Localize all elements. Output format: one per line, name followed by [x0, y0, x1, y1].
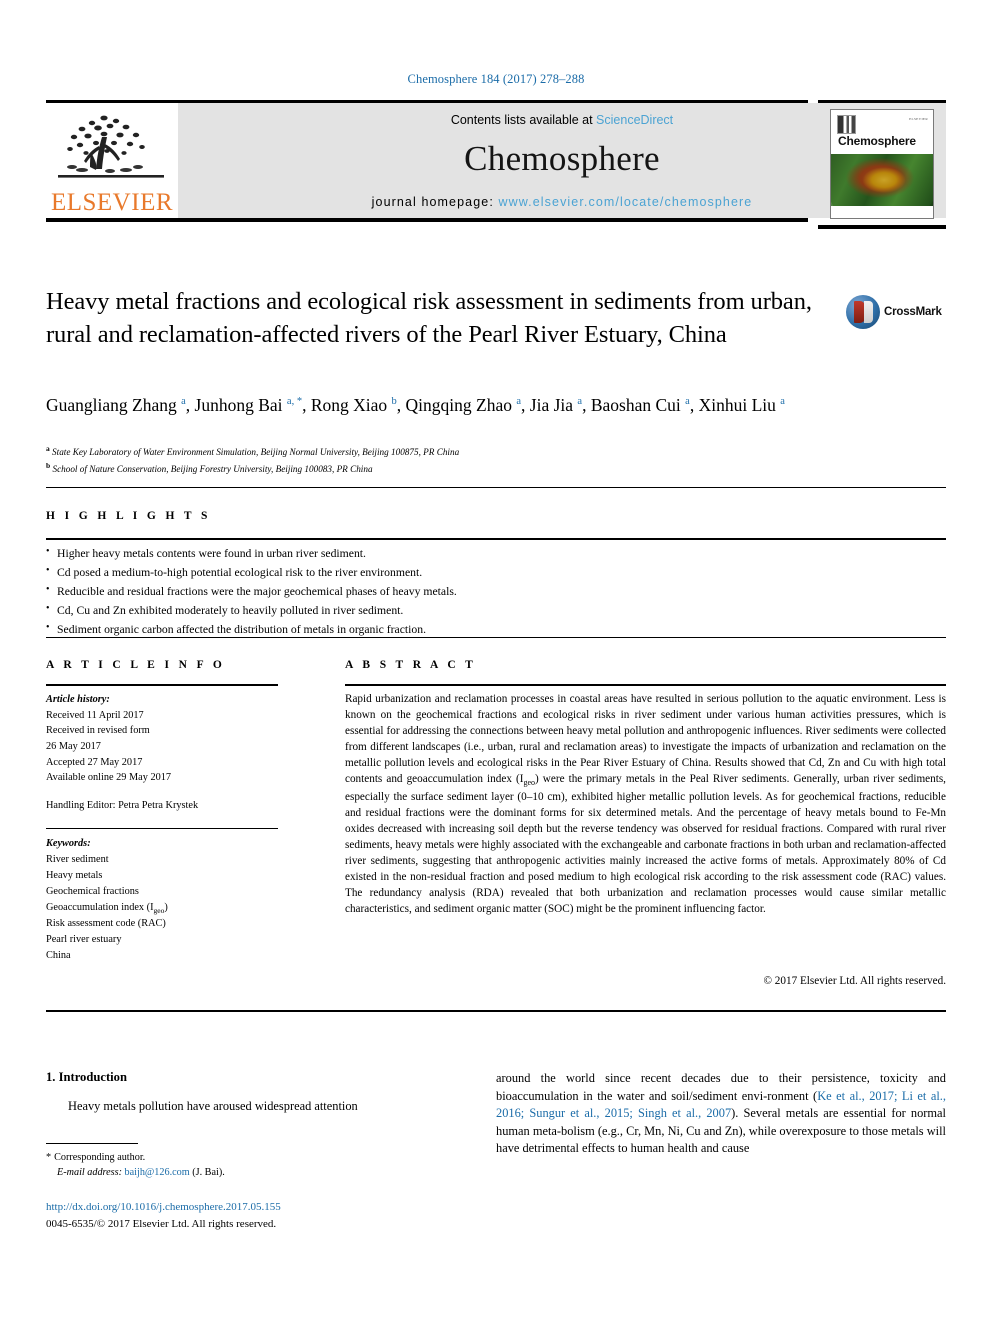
- abstract-text: Rapid urbanization and reclamation proce…: [345, 693, 946, 916]
- journal-article-page: Chemosphere 184 (2017) 278–288 ELSEVIER …: [0, 0, 992, 1323]
- crossmark-label: CrossMark: [884, 306, 942, 318]
- highlights-bottom-rule: [46, 637, 946, 638]
- affiliation-b: b School of Nature Conservation, Beijing…: [46, 460, 846, 477]
- elsevier-logo: ELSEVIER: [46, 103, 178, 218]
- history-line: Available online 29 May 2017: [46, 772, 172, 784]
- affiliation-list: a State Key Laboratory of Water Environm…: [46, 443, 846, 477]
- keyword-item: Geochemical fractions: [46, 885, 139, 897]
- affiliation-marker-a: a: [46, 444, 50, 453]
- body-column-right: around the world since recent decades du…: [496, 1070, 946, 1158]
- journal-cover-thumbnail: ELSEVIER Chemosphere: [818, 100, 946, 229]
- keyword-item: River sediment: [46, 853, 109, 865]
- keyword-item: Risk assessment code (RAC): [46, 918, 166, 930]
- elsevier-wordmark: ELSEVIER: [50, 189, 174, 216]
- keywords-rule: [46, 828, 278, 829]
- list-item: Reducible and residual fractions were th…: [46, 582, 926, 602]
- elsevier-tree-icon: [58, 115, 164, 178]
- list-item: Cd posed a medium-to-high potential ecol…: [46, 563, 926, 583]
- corresponding-author-note: * Corresponding author.: [46, 1150, 450, 1165]
- cover-photo-leaves: [831, 154, 933, 206]
- keyword-igeo-text: Geoaccumulation index (Igeo): [46, 901, 168, 915]
- keyword-item: China: [46, 950, 71, 962]
- abstract-bottom-rule: [46, 1010, 946, 1012]
- article-history-label: Article history:: [46, 694, 110, 705]
- asterisk-icon: *: [46, 1152, 52, 1163]
- highlights-mid-rule: [46, 538, 946, 540]
- keyword-item: Heavy metals: [46, 869, 103, 881]
- affiliation-a: a State Key Laboratory of Water Environm…: [46, 443, 846, 460]
- cover-footer: [831, 206, 933, 216]
- journal-homepage-link[interactable]: www.elsevier.com/locate/chemosphere: [498, 195, 752, 209]
- article-info-rule: [46, 684, 278, 686]
- history-line: 26 May 2017: [46, 740, 101, 752]
- cover-bottom-rule: [818, 225, 946, 229]
- corresponding-author-text: Corresponding author.: [54, 1152, 146, 1163]
- cover-publisher-label: ELSEVIER: [909, 117, 928, 121]
- abstract-heading: A B S T R A C T: [345, 659, 477, 671]
- affiliation-text-a: State Key Laboratory of Water Environmen…: [52, 447, 460, 458]
- email-suffix: (J. Bai).: [192, 1167, 225, 1179]
- history-line: Received 11 April 2017: [46, 709, 144, 721]
- footer-doi-block: http://dx.doi.org/10.1016/j.chemosphere.…: [46, 1199, 450, 1232]
- crossmark-badge[interactable]: CrossMark: [846, 292, 946, 332]
- qr-code-icon: [837, 115, 856, 134]
- abstract-rule: [345, 684, 946, 686]
- author-list: Guangliang Zhang a, Junhong Bai a, *, Ro…: [46, 395, 785, 415]
- handling-editor: Handling Editor: Petra Petra Krystek: [46, 800, 199, 811]
- keyword-item: Pearl river estuary: [46, 934, 122, 946]
- journal-masthead: ELSEVIER Contents lists available at Sci…: [46, 100, 946, 222]
- homepage-prefix: journal homepage:: [371, 195, 499, 209]
- running-head: Chemosphere 184 (2017) 278–288: [407, 72, 585, 86]
- copyright-line: © 2017 Elsevier Ltd. All rights reserved…: [763, 975, 947, 987]
- title-block: Heavy metal fractions and ecological ris…: [46, 286, 836, 351]
- footnote-block: * Corresponding author. E-mail address: b…: [46, 1150, 450, 1181]
- history-line: Accepted 27 May 2017: [46, 756, 143, 768]
- highlights-list: Higher heavy metals contents were found …: [46, 544, 926, 640]
- keywords-block: Keywords: River sediment Heavy metals Ge…: [46, 836, 296, 964]
- email-label: E-mail address:: [57, 1167, 122, 1179]
- list-item: Cd, Cu and Zn exhibited moderately to he…: [46, 601, 926, 621]
- masthead-bottom-rule: [46, 218, 808, 222]
- issn-copyright-line: 0045-6535/© 2017 Elsevier Ltd. All right…: [46, 1217, 277, 1230]
- sciencedirect-link[interactable]: ScienceDirect: [596, 113, 673, 127]
- intro-paragraph-left: Heavy metals pollution have aroused wide…: [68, 1099, 358, 1113]
- cover-header: ELSEVIER Chemosphere: [831, 110, 933, 154]
- email-link[interactable]: baijh@126.com: [125, 1167, 190, 1178]
- contents-prefix: Contents lists available at: [450, 113, 597, 127]
- doi-link[interactable]: http://dx.doi.org/10.1016/j.chemosphere.…: [46, 1199, 450, 1216]
- keywords-label: Keywords:: [46, 838, 91, 849]
- email-note: E-mail address: baijh@126.com (J. Bai).: [46, 1165, 450, 1180]
- cover-top-rule: [818, 100, 946, 103]
- highlights-top-rule: [46, 487, 946, 488]
- article-history: Article history: Received 11 April 2017 …: [46, 692, 286, 786]
- page-title: Heavy metal fractions and ecological ris…: [46, 288, 812, 348]
- history-line: Received in revised form: [46, 725, 150, 737]
- affiliation-marker-b: b: [46, 460, 51, 470]
- intro-paragraph-right: around the world since recent decades du…: [496, 1070, 946, 1158]
- affiliation-text-b: School of Nature Conservation, Beijing F…: [52, 464, 373, 475]
- crossmark-icon: [846, 295, 880, 329]
- list-item: Higher heavy metals contents were found …: [46, 544, 926, 564]
- cover-image: ELSEVIER Chemosphere: [830, 109, 934, 219]
- article-info-heading: A R T I C L E I N F O: [46, 659, 226, 671]
- footnote-rule: [46, 1143, 138, 1144]
- body-column-left: 1. Introduction Heavy metals pollution h…: [46, 1070, 450, 1116]
- section-heading-introduction: 1. Introduction: [46, 1070, 127, 1084]
- keyword-item: Geoaccumulation index (Igeo): [46, 900, 296, 917]
- highlights-heading: H I G H L I G H T S: [46, 510, 211, 522]
- cover-journal-title: Chemosphere: [838, 134, 916, 148]
